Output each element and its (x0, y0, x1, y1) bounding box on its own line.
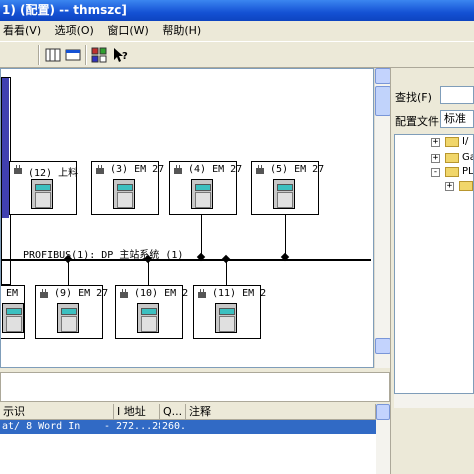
canvas-vertical-scrollbar[interactable] (374, 68, 391, 368)
tree-item-label: PL (462, 166, 474, 177)
master-rack (2, 78, 9, 218)
node-label: (3) EM 27 (110, 164, 165, 175)
module-icon (273, 179, 295, 209)
profile-label: 配置文件( (395, 115, 444, 128)
menu-options[interactable]: 选项(O) (52, 21, 97, 41)
bus-drop-line (148, 261, 149, 285)
module-icon (113, 179, 135, 209)
bus-junction (221, 254, 231, 264)
module-icon (2, 303, 24, 333)
node-label: (4) EM 27 (188, 164, 243, 175)
plug-icon (96, 165, 104, 174)
plug-icon (256, 165, 264, 174)
dp-slave-node[interactable]: (11) EM 2 (193, 285, 266, 339)
folder-icon (445, 153, 459, 163)
collapse-icon[interactable]: - (431, 168, 440, 177)
module-icon (215, 303, 237, 333)
scroll-up-icon[interactable] (376, 404, 390, 420)
svg-text:?: ? (122, 51, 128, 62)
menu-bar: 看看(V) 选项(O) 窗口(W) 帮助(H) (0, 21, 474, 41)
window-title-bar: 1) (配置) -- thmszc] (0, 0, 474, 21)
dp-slave-node[interactable]: EM (1, 285, 25, 339)
dp-slave-node[interactable]: (10) EM 2 (115, 285, 188, 339)
cell-name: at/ 8 Word In (2, 421, 81, 432)
network-view-icon[interactable] (44, 46, 62, 64)
detail-header-strip (0, 372, 390, 402)
profile-select[interactable]: 标准 (440, 110, 474, 128)
scroll-up-icon[interactable] (375, 68, 391, 84)
plug-icon (40, 289, 48, 298)
module-icon (191, 179, 213, 209)
dp-slave-node[interactable]: (9) EM 27 (35, 285, 108, 339)
folder-icon (445, 137, 459, 147)
cell-dash: - (104, 421, 111, 432)
search-label: 查找(F) (395, 91, 432, 104)
column-header-q-address[interactable]: Q... (160, 404, 186, 420)
detail-table-header: 示识 I 地址 Q... 注释 (0, 404, 376, 420)
module-icon (31, 179, 53, 209)
toolbar: ? (0, 41, 474, 68)
dp-slave-node[interactable]: (5) EM 27 (251, 161, 324, 215)
plug-icon (198, 289, 206, 298)
toolbar-separator (85, 45, 87, 65)
dp-slave-node[interactable]: (3) EM 27 (91, 161, 164, 215)
tree-item-label: I/ (462, 136, 469, 147)
menu-view[interactable]: 看看(V) (0, 21, 44, 41)
profibus-line[interactable] (1, 259, 371, 261)
folder-icon (459, 181, 473, 191)
cell-i-address: 272...281 (116, 421, 160, 432)
cell-comment (186, 420, 376, 434)
plug-icon (14, 165, 22, 174)
node-label: (12) 上料 (28, 168, 79, 179)
context-help-icon[interactable]: ? (111, 46, 129, 64)
folder-open-icon (445, 167, 459, 177)
station-config-icon[interactable] (90, 46, 108, 64)
plug-icon (120, 289, 128, 298)
menu-window[interactable]: 窗口(W) (104, 21, 151, 41)
profile-value: 标准 (444, 112, 466, 125)
dp-slave-node[interactable]: (12) 上料 (9, 161, 79, 215)
tree-item-label: Ga (462, 152, 473, 163)
tree-horizontal-scrollbar[interactable] (394, 394, 474, 408)
node-label: (10) EM 2 (134, 288, 189, 299)
network-canvas[interactable]: (12) 上料 (3) EM 27 (4) EM 27 (5) EM 27 PR… (0, 68, 374, 368)
node-label: EM (6, 288, 19, 299)
module-icon (137, 303, 159, 333)
scrollbar-thumb[interactable] (375, 86, 391, 116)
expand-icon[interactable]: + (445, 182, 454, 191)
node-label: (9) EM 27 (54, 288, 109, 299)
cell-q-address: 260... (162, 421, 186, 432)
scroll-down-icon[interactable] (375, 338, 391, 354)
column-header-i-address[interactable]: I 地址 (114, 404, 160, 420)
module-icon (57, 303, 79, 333)
column-header-comment[interactable]: 注释 (186, 404, 376, 420)
column-header-name[interactable]: 示识 (0, 404, 114, 420)
dp-slave-node[interactable]: (4) EM 27 (169, 161, 242, 215)
detail-vertical-scrollbar[interactable] (376, 404, 390, 474)
bus-drop-line (226, 261, 227, 285)
expand-icon[interactable]: + (431, 138, 440, 147)
menu-help[interactable]: 帮助(H) (159, 21, 204, 41)
node-label: (5) EM 27 (270, 164, 325, 175)
search-input[interactable] (440, 86, 474, 104)
window-title: 1) (配置) -- thmszc] (2, 3, 127, 17)
catalog-tree[interactable]: + I/ + Ga - PL + (394, 134, 474, 394)
table-row[interactable]: at/ 8 Word In - 272...281 260... (0, 420, 376, 434)
detail-table-body (0, 434, 376, 474)
plug-icon (174, 165, 182, 174)
node-label: (11) EM 2 (212, 288, 267, 299)
window-icon[interactable] (64, 46, 82, 64)
expand-icon[interactable]: + (431, 154, 440, 163)
bus-drop-line (68, 261, 69, 285)
toolbar-separator (38, 45, 40, 65)
